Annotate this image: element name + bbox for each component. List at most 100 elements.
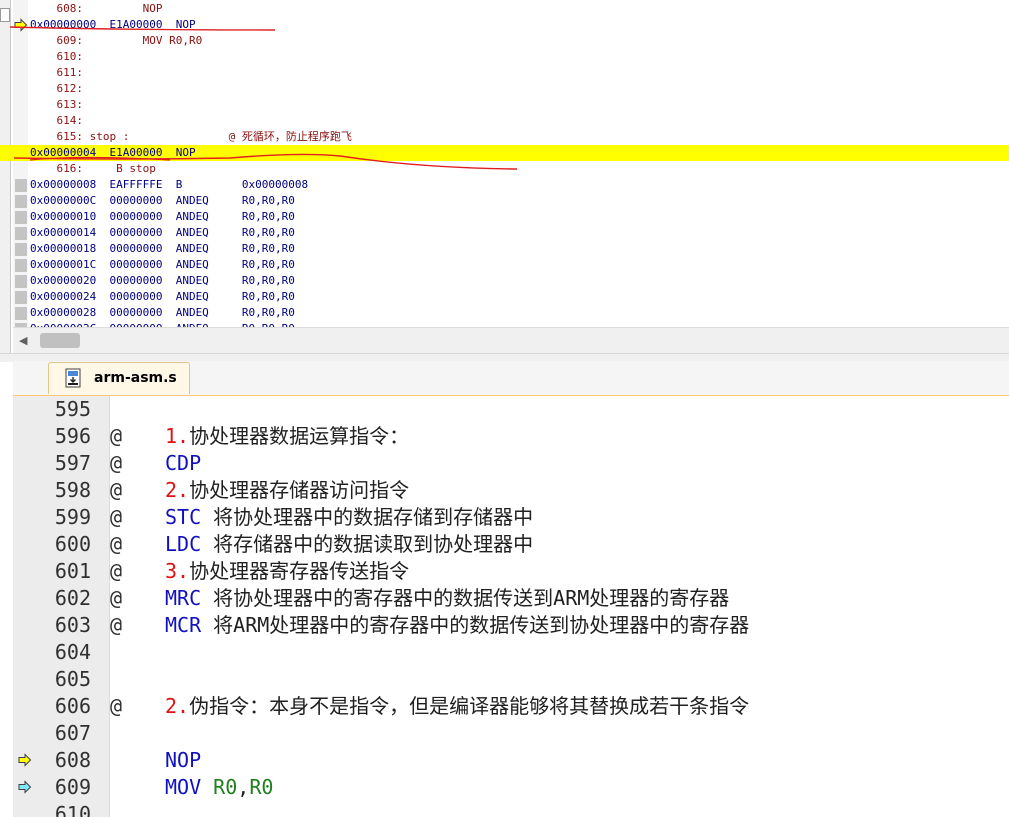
line-number: 603 bbox=[54, 613, 91, 637]
editor-line[interactable]: 610 bbox=[13, 801, 1009, 817]
code-token: 协处理器数据运算指令： bbox=[189, 424, 410, 448]
line-number: 604 bbox=[54, 640, 91, 664]
editor-lines: 595 596 @1.协处理器数据运算指令： 597 @ CDP 598 @2.协处理器存储器… bbox=[13, 396, 1009, 817]
source-text: 610: bbox=[30, 50, 83, 63]
code-coverage-marker bbox=[15, 195, 27, 208]
source-text: 609: MOV R0,R0 bbox=[30, 34, 203, 47]
code-coverage-marker bbox=[15, 211, 27, 224]
line-number: 607 bbox=[54, 721, 91, 745]
source-editor[interactable]: 595 596 @1.协处理器数据运算指令： 597 @ CDP 598 @2.协处理器存储器… bbox=[13, 396, 1009, 817]
disassembly-instruction-row[interactable]: 0x00000020 00000000 ANDEQ R0,R0,R0 bbox=[0, 273, 1009, 289]
editor-line[interactable]: 606 @2.伪指令：本身不是指令，但是编译器能够将其替换成若干条指令 bbox=[13, 693, 1009, 720]
code-token: 伪指令：本身不是指令，但是编译器能够将其替换成若干条指令 bbox=[189, 694, 750, 718]
source-text: 616: B stop bbox=[30, 162, 156, 175]
scroll-left-icon[interactable]: ◀ bbox=[19, 334, 27, 347]
disassembly-instruction-row[interactable]: 0x00000004 E1A00000 NOP bbox=[0, 145, 1009, 161]
instruction-text: 0x00000008 EAFFFFFE B 0x00000008 bbox=[30, 178, 309, 191]
disassembly-source-row[interactable]: 616: B stop bbox=[0, 161, 1009, 177]
editor-line[interactable]: 605 bbox=[13, 666, 1009, 693]
tab-label: arm-asm.s bbox=[94, 370, 177, 386]
disassembly-instruction-row[interactable]: 0x00000000 E1A00000 NOP bbox=[0, 17, 1009, 33]
comment-marker: @ bbox=[110, 532, 123, 556]
asm-file-icon bbox=[65, 368, 81, 388]
disassembly-source-row[interactable]: 613: bbox=[0, 97, 1009, 113]
comment-marker: @ bbox=[110, 478, 123, 502]
editor-line[interactable]: 607 bbox=[13, 720, 1009, 747]
scrollbar-thumb[interactable] bbox=[40, 333, 80, 348]
disassembly-horizontal-scrollbar[interactable]: ◀ bbox=[13, 327, 1009, 353]
editor-line[interactable]: 604 bbox=[13, 639, 1009, 666]
editor-line[interactable]: 609 MOV R0,R0 bbox=[13, 774, 1009, 801]
disassembly-instruction-row[interactable]: 0x00000010 00000000 ANDEQ R0,R0,R0 bbox=[0, 209, 1009, 225]
disassembly-source-row[interactable]: 608: NOP bbox=[0, 1, 1009, 17]
comment-marker: @ bbox=[110, 559, 123, 583]
line-number: 595 bbox=[54, 397, 91, 421]
source-text: 611: bbox=[30, 66, 83, 79]
code-coverage-marker bbox=[15, 243, 27, 256]
next-line-arrow-icon bbox=[18, 780, 32, 794]
code-text: 1.协处理器数据运算指令： bbox=[165, 423, 409, 450]
disassembly-instruction-row[interactable]: 0x0000000C 00000000 ANDEQ R0,R0,R0 bbox=[0, 193, 1009, 209]
code-text: CDP bbox=[165, 450, 201, 477]
code-coverage-marker bbox=[15, 291, 27, 304]
editor-line[interactable]: 595 bbox=[13, 396, 1009, 423]
editor-line[interactable]: 597 @ CDP bbox=[13, 450, 1009, 477]
line-number: 605 bbox=[54, 667, 91, 691]
code-token: R0 bbox=[213, 775, 238, 799]
editor-line[interactable]: 601 @3.协处理器寄存器传送指令 bbox=[13, 558, 1009, 585]
code-text: MRC 将协处理器中的寄存器中的数据传送到ARM处理器的寄存器 bbox=[165, 585, 729, 612]
code-coverage-marker bbox=[15, 275, 27, 288]
disassembly-source-row[interactable]: 609: MOV R0,R0 bbox=[0, 33, 1009, 49]
disassembly-source-row[interactable]: 611: bbox=[0, 65, 1009, 81]
code-coverage-marker bbox=[15, 259, 27, 272]
code-token: , bbox=[237, 775, 250, 799]
code-token: 将协处理器中的数据存储到存储器中 bbox=[201, 505, 534, 529]
disassembly-instruction-row[interactable]: 0x00000028 00000000 ANDEQ R0,R0,R0 bbox=[0, 305, 1009, 321]
disassembly-instruction-row[interactable]: 0x00000014 00000000 ANDEQ R0,R0,R0 bbox=[0, 225, 1009, 241]
source-text: 608: NOP bbox=[30, 2, 163, 15]
disassembly-source-row[interactable]: 615: stop : @ 死循环，防止程序跑飞 bbox=[0, 129, 1009, 145]
disassembly-lines: 608: NOP 0x00000000 E1A00000 NOP 609: MOV… bbox=[0, 1, 1009, 337]
comment-marker: @ bbox=[110, 505, 123, 529]
editor-line[interactable]: 602 @ MRC 将协处理器中的寄存器中的数据传送到ARM处理器的寄存器 bbox=[13, 585, 1009, 612]
instruction-text: 0x00000018 00000000 ANDEQ R0,R0,R0 bbox=[30, 242, 295, 255]
line-number: 610 bbox=[54, 802, 91, 817]
disassembly-instruction-row[interactable]: 0x00000008 EAFFFFFE B 0x00000008 bbox=[0, 177, 1009, 193]
disassembly-instruction-row[interactable]: 0x00000024 00000000 ANDEQ R0,R0,R0 bbox=[0, 289, 1009, 305]
instruction-text: 0x00000004 E1A00000 NOP bbox=[30, 146, 196, 159]
code-token: CDP bbox=[165, 451, 202, 475]
code-token: STC bbox=[165, 505, 202, 529]
disassembly-instruction-row[interactable]: 0x00000018 00000000 ANDEQ R0,R0,R0 bbox=[0, 241, 1009, 257]
code-token: 2. bbox=[165, 478, 190, 502]
source-text: 612: bbox=[30, 82, 83, 95]
editor-line[interactable]: 596 @1.协处理器数据运算指令： bbox=[13, 423, 1009, 450]
code-token: 3. bbox=[165, 559, 190, 583]
code-token: R0 bbox=[249, 775, 274, 799]
code-text: MOV R0,R0 bbox=[165, 774, 273, 801]
instruction-text: 0x00000010 00000000 ANDEQ R0,R0,R0 bbox=[30, 210, 295, 223]
editor-line[interactable]: 600 @ LDC 将存储器中的数据读取到协处理器中 bbox=[13, 531, 1009, 558]
code-text: 2.协处理器存储器访问指令 bbox=[165, 477, 409, 504]
disassembly-source-row[interactable]: 612: bbox=[0, 81, 1009, 97]
tab-arm-asm[interactable]: arm-asm.s bbox=[48, 362, 190, 394]
code-text: MCR 将ARM处理器中的寄存器中的数据传送到协处理器中的寄存器 bbox=[165, 612, 749, 639]
code-token: LDC bbox=[165, 532, 202, 556]
instruction-text: 0x00000020 00000000 ANDEQ R0,R0,R0 bbox=[30, 274, 295, 287]
comment-marker: @ bbox=[110, 613, 123, 637]
disassembly-instruction-row[interactable]: 0x0000001C 00000000 ANDEQ R0,R0,R0 bbox=[0, 257, 1009, 273]
source-text: 615: stop : @ 死循环，防止程序跑飞 bbox=[30, 130, 352, 143]
editor-line[interactable]: 603 @ MCR 将ARM处理器中的寄存器中的数据传送到协处理器中的寄存器 bbox=[13, 612, 1009, 639]
code-text: 3.协处理器寄存器传送指令 bbox=[165, 558, 409, 585]
editor-line[interactable]: 598 @2.协处理器存储器访问指令 bbox=[13, 477, 1009, 504]
line-number: 597 bbox=[54, 451, 91, 475]
code-coverage-marker bbox=[15, 307, 27, 320]
current-line-arrow-icon bbox=[18, 753, 32, 767]
editor-line[interactable]: 599 @ STC 将协处理器中的数据存储到存储器中 bbox=[13, 504, 1009, 531]
comment-marker: @ bbox=[110, 424, 123, 448]
disassembly-source-row[interactable]: 610: bbox=[0, 49, 1009, 65]
line-number: 601 bbox=[54, 559, 91, 583]
line-number: 609 bbox=[54, 775, 91, 799]
disassembly-source-row[interactable]: 614: bbox=[0, 113, 1009, 129]
instruction-text: 0x00000024 00000000 ANDEQ R0,R0,R0 bbox=[30, 290, 295, 303]
editor-line[interactable]: 608 NOP bbox=[13, 747, 1009, 774]
